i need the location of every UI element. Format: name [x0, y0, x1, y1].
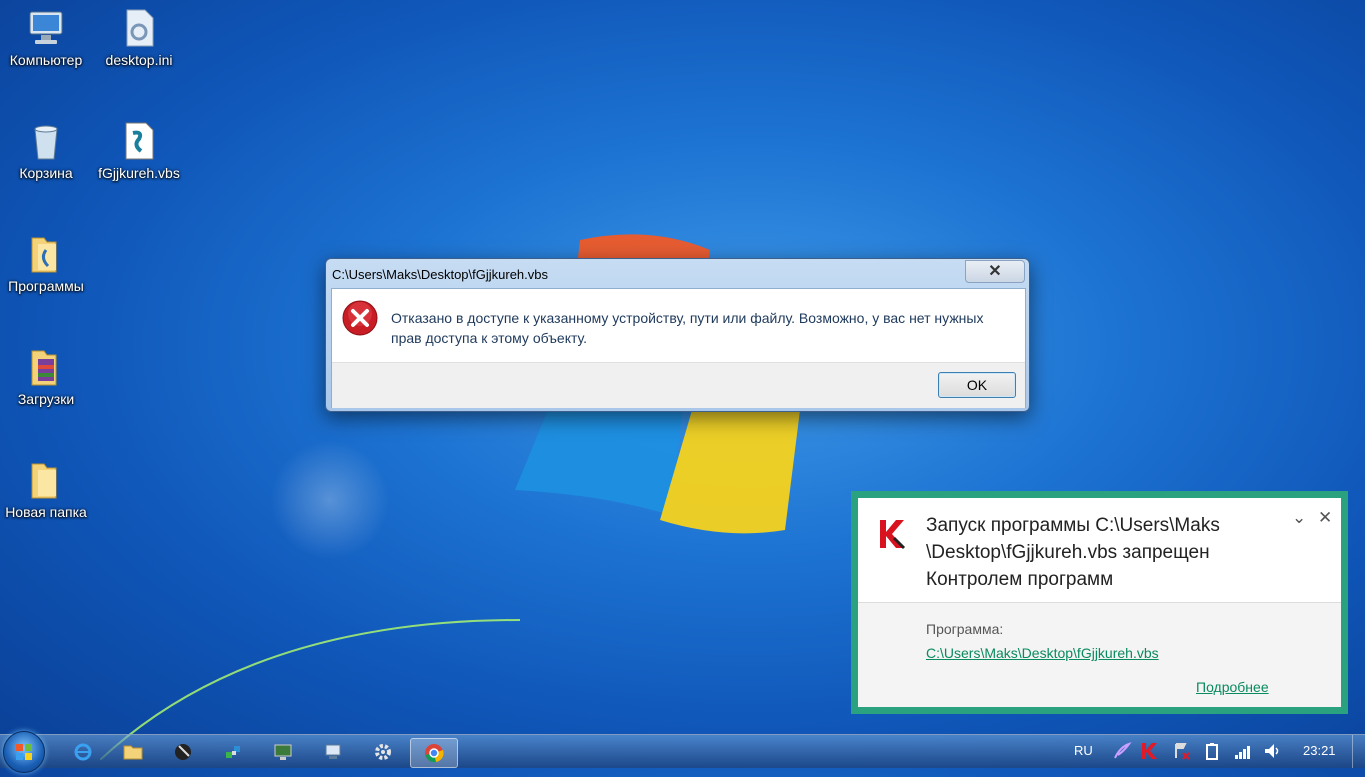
wallpaper-glow — [270, 440, 390, 560]
desktop-icon-computer[interactable]: Компьютер — [1, 8, 91, 68]
desktop-icon-vbs-file[interactable]: fGjjkureh.vbs — [94, 121, 184, 181]
media-player-icon — [175, 744, 191, 760]
desktop-icon-downloads[interactable]: Загрузки — [1, 347, 91, 407]
show-desktop-button[interactable] — [1352, 735, 1365, 768]
taskbar: RU 23:21 — [0, 731, 1365, 773]
language-indicator[interactable]: RU — [1074, 743, 1093, 758]
collapse-icon[interactable]: ⌄ — [1292, 508, 1306, 528]
ie-icon — [74, 743, 92, 761]
folder-icon — [26, 234, 66, 274]
tray-flag-alert-icon[interactable] — [1172, 741, 1192, 761]
error-icon — [342, 300, 378, 336]
kaspersky-notification: Запуск программы C:\Users\Maks \Desktop\… — [851, 491, 1348, 714]
program-label: Программа: — [926, 621, 1004, 637]
tray-volume-icon[interactable] — [1262, 741, 1282, 761]
folder-icon — [26, 460, 66, 500]
desktop-icon-recycle-bin[interactable]: Корзина — [1, 121, 91, 181]
explorer-icon — [123, 745, 143, 760]
tray-signal-icon[interactable] — [1233, 741, 1253, 761]
taskbar-media-button[interactable] — [160, 738, 206, 766]
taskbar-network-button[interactable] — [310, 738, 356, 766]
more-details-link[interactable]: Подробнее — [1196, 679, 1269, 695]
notification-header: Запуск программы C:\Users\Maks \Desktop\… — [858, 498, 1341, 603]
desktop-icon-desktop-ini[interactable]: desktop.ini — [94, 8, 184, 68]
clock[interactable]: 23:21 — [1303, 743, 1336, 758]
taskbar-puzzle-button[interactable] — [210, 738, 256, 766]
notification-close-icon[interactable]: ✕ — [1318, 508, 1332, 528]
taskbar-monitor-button[interactable] — [260, 738, 306, 766]
taskbar-ie-button[interactable] — [60, 738, 106, 766]
settings-app-icon — [375, 744, 391, 760]
ok-button[interactable]: OK — [938, 372, 1016, 398]
tray-feather-icon[interactable] — [1112, 741, 1132, 761]
wallpaper-curve — [100, 619, 521, 760]
notification-text: Запуск программы C:\Users\Maks \Desktop\… — [926, 515, 1220, 590]
network-app-icon — [325, 744, 341, 759]
taskbar-explorer-button[interactable] — [110, 738, 156, 766]
dialog-message: Отказано в доступе к указанному устройст… — [391, 310, 984, 346]
puzzle-app-icon — [226, 746, 240, 758]
program-path-link[interactable]: C:\Users\Maks\Desktop\fGjjkureh.vbs — [926, 645, 1159, 661]
taskbar-chrome-button[interactable] — [410, 738, 458, 768]
error-dialog: C:\Users\Maks\Desktop\fGjjkureh.vbs ✕ От… — [325, 258, 1030, 412]
desktop-icon-new-folder[interactable]: Новая папка — [1, 460, 91, 520]
chrome-icon — [425, 744, 444, 763]
archive-folder-icon — [26, 347, 66, 387]
tray-kaspersky-icon[interactable] — [1140, 741, 1160, 761]
tray-power-icon[interactable] — [1202, 741, 1222, 761]
settings-file-icon — [119, 8, 159, 48]
script-file-icon — [119, 121, 159, 161]
dialog-title: C:\Users\Maks\Desktop\fGjjkureh.vbs — [332, 267, 549, 282]
recycle-bin-icon — [26, 121, 66, 161]
dialog-close-button[interactable]: ✕ — [965, 260, 1025, 283]
kaspersky-logo-icon — [880, 520, 906, 550]
computer-icon — [26, 8, 66, 48]
desktop-icon-programs[interactable]: Программы — [1, 234, 91, 294]
notification-details: Программа: C:\Users\Maks\Desktop\fGjjkur… — [858, 603, 1341, 707]
windows-logo-icon — [16, 744, 32, 760]
monitor-app-icon — [274, 744, 292, 760]
dialog-body: Отказано в доступе к указанному устройст… — [331, 288, 1026, 408]
taskbar-settings-button[interactable] — [360, 738, 406, 766]
dialog-footer: OK — [332, 362, 1025, 408]
